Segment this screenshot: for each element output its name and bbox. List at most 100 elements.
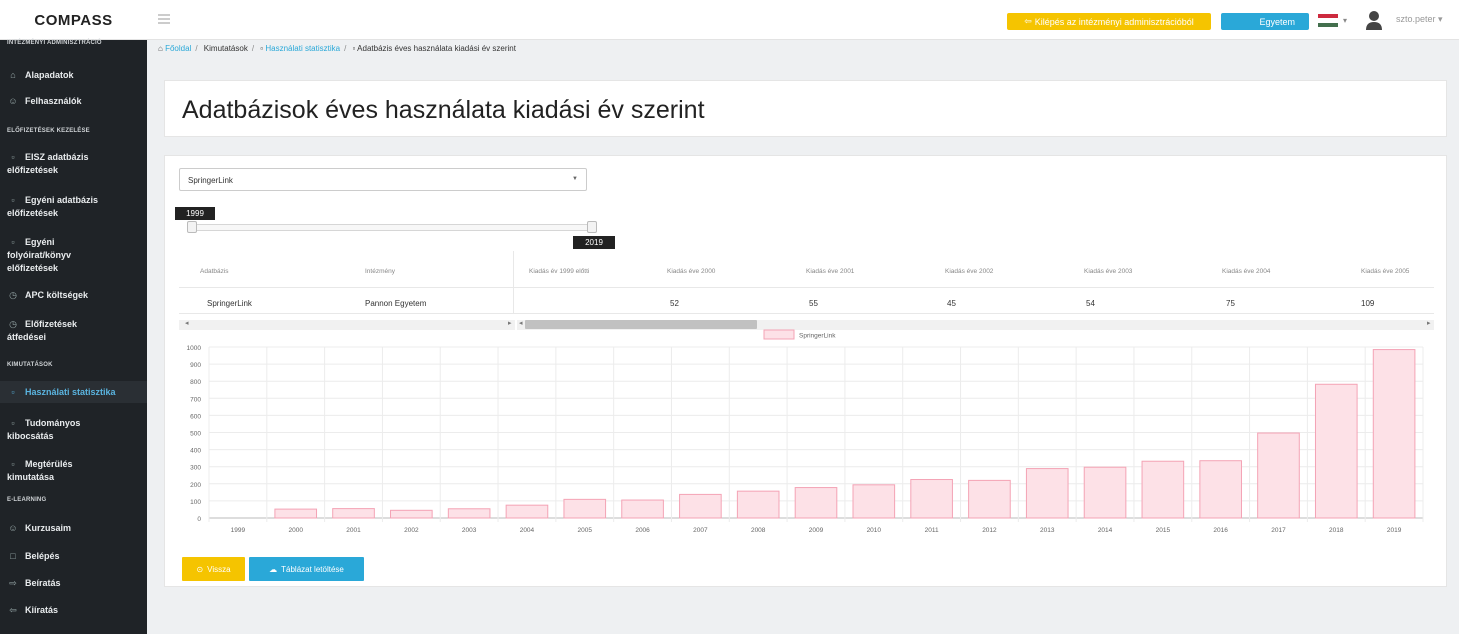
x-tick-label: 2019	[1387, 527, 1402, 534]
y-tick-label: 700	[190, 396, 201, 403]
x-tick-label: 2003	[462, 527, 477, 534]
table-header[interactable]: Kiadás éve 2003	[1084, 268, 1132, 275]
sidebar-item-belepes[interactable]: □ Belépés	[0, 550, 147, 563]
download-table-button[interactable]: ☁ Táblázat letöltése	[249, 557, 364, 581]
download-label: Táblázat letöltése	[281, 564, 344, 574]
sidebar-item-apc[interactable]: ◷ APC költségek	[0, 289, 147, 302]
breadcrumb-reports[interactable]: Kimutatások	[204, 44, 248, 53]
slider-handle-high[interactable]	[587, 221, 597, 233]
chart-bar	[621, 499, 664, 519]
app-logo[interactable]: COMPASS	[0, 0, 147, 40]
x-tick-label: 2011	[925, 527, 939, 534]
table-icon: ▫	[11, 152, 15, 162]
chart-bar	[505, 504, 549, 519]
institution-label: Egyetem	[1259, 16, 1295, 27]
y-tick-label: 800	[190, 379, 201, 386]
breadcrumb-current: Adatbázis éves használata kiadási év sze…	[357, 44, 516, 53]
x-tick-label: 2017	[1271, 527, 1286, 534]
chart-bar	[852, 484, 896, 519]
bar-chart: 0 100 200 300 400 500 600 700 800 900 1000 1999 2000…	[165, 328, 1448, 543]
exit-admin-button[interactable]: ⇦ Kilépés az intézményi adminisztrációbó…	[1007, 13, 1211, 30]
chart-bar	[679, 493, 722, 519]
y-tick-label: 1000	[187, 345, 202, 352]
table-icon: ▫	[11, 237, 15, 247]
sidebar-item-eisz[interactable]: ▫ EISZ adatbázis előfizetések	[0, 151, 147, 177]
back-label: Vissza	[207, 564, 231, 574]
chart-bar	[968, 479, 1011, 519]
chart-bar	[736, 490, 780, 519]
chart-bar	[1025, 468, 1069, 519]
table-cell: Pannon Egyetem	[365, 299, 427, 308]
sidebar-item-alapadatok[interactable]: ⌂ Alapadatok	[0, 69, 147, 82]
sidebar-item-kiiratas[interactable]: ⇦ Kiíratás	[0, 604, 147, 617]
chart-bar	[390, 509, 433, 519]
x-tick-label: 1999	[231, 527, 246, 534]
scroll-right-icon[interactable]: ▸	[1427, 319, 1431, 327]
slider-min-label: 1999	[175, 207, 215, 220]
building-icon: ⌂	[10, 70, 16, 80]
table-divider	[179, 313, 1434, 314]
page-title: Adatbázisok éves használata kiadási év s…	[182, 96, 705, 124]
hungarian-flag-icon[interactable]	[1318, 14, 1338, 27]
x-tick-label: 2012	[982, 527, 997, 534]
slider-max-label: 2019	[573, 236, 615, 249]
table-header[interactable]: Adatbázis	[200, 268, 229, 275]
chart-bar	[332, 508, 375, 519]
x-tick-label: 2004	[520, 527, 535, 534]
scroll-left-icon[interactable]: ◂	[519, 319, 523, 327]
x-tick-label: 2009	[809, 527, 824, 534]
sidebar-item-megterules[interactable]: ▫ Megtérülés kimutatása	[0, 458, 147, 484]
sidebar-section-reports: KIMUTATÁSOK	[7, 362, 53, 368]
sidebar-item-egyeni-adatbazis[interactable]: ▫ Egyéni adatbázis előfizetések	[0, 194, 147, 220]
sidebar-item-kurzusaim[interactable]: ☺ Kurzusaim	[0, 522, 147, 535]
year-range-slider[interactable]	[191, 224, 591, 231]
sidebar-item-hasznalati-statisztika[interactable]: ▫ Használati statisztika	[0, 381, 147, 403]
table-header[interactable]: Kiadás éve 2000	[667, 268, 715, 275]
user-avatar-icon[interactable]	[1365, 10, 1383, 30]
table-icon: ▫	[11, 195, 15, 205]
y-tick-label: 200	[190, 482, 201, 489]
x-tick-label: 2010	[867, 527, 882, 534]
language-caret-icon[interactable]: ▾	[1343, 16, 1347, 25]
sidebar-item-beiratas[interactable]: ⇨ Beíratás	[0, 577, 147, 590]
sidebar-item-atfedesek[interactable]: ◷ Előfizetések átfedései	[0, 318, 147, 344]
y-tick-label: 900	[190, 362, 201, 369]
breadcrumb-home[interactable]: Főoldal	[165, 44, 191, 53]
chart-bar	[1257, 432, 1300, 519]
table-cell: 45	[947, 299, 956, 308]
y-tick-label: 400	[190, 448, 201, 455]
institution-button[interactable]: Egyetem	[1221, 13, 1309, 30]
table-cell: SpringerLink	[207, 299, 252, 308]
sidebar-item-felhasznalok[interactable]: ☺ Felhasználók	[0, 95, 147, 108]
table-header[interactable]: Kiadás éve 2004	[1222, 268, 1270, 275]
x-tick-label: 2001	[346, 527, 361, 534]
scroll-right-icon[interactable]: ▸	[508, 319, 512, 327]
x-tick-label: 2007	[693, 527, 708, 534]
chart-bar	[274, 508, 318, 519]
database-select[interactable]: SpringerLink ▼	[179, 168, 587, 191]
sidebar-item-egyeni-folyoirat[interactable]: ▫ Egyéni folyóirat/könyv előfizetések	[0, 236, 147, 275]
user-name-menu[interactable]: szto.peter ▾	[1396, 14, 1443, 25]
sidebar-item-tudomanyos[interactable]: ▫ Tudományos kibocsátás	[0, 417, 147, 443]
chart-bar	[1372, 349, 1416, 519]
slider-handle-low[interactable]	[187, 221, 197, 233]
y-tick-label: 500	[190, 431, 201, 438]
table-header[interactable]: Kiadás éve 2001	[806, 268, 854, 275]
y-tick-label: 100	[190, 499, 201, 506]
table-header[interactable]: Kiadás év 1999 előtti	[529, 268, 589, 275]
scroll-left-icon[interactable]: ◂	[185, 319, 189, 327]
arrow-icon: ⇨	[9, 578, 17, 588]
chevron-down-icon: ▼	[572, 176, 578, 182]
table-header[interactable]: Kiadás éve 2002	[945, 268, 993, 275]
back-button[interactable]: ⊙ Vissza	[182, 557, 245, 581]
y-tick-label: 600	[190, 413, 201, 420]
table-divider	[179, 287, 1434, 288]
x-tick-label: 2016	[1213, 527, 1228, 534]
menu-toggle-icon[interactable]	[158, 14, 170, 24]
main-panel: SpringerLink ▼ 1999 2019 Adatbázis Intéz…	[164, 155, 1447, 587]
breadcrumb-usage-stats[interactable]: Használati statisztika	[265, 44, 340, 53]
table-icon: ▫	[260, 44, 264, 53]
table-header[interactable]: Kiadás éve 2005	[1361, 268, 1409, 275]
table-header[interactable]: Intézmény	[365, 268, 395, 275]
users-icon: ☺	[8, 96, 18, 106]
